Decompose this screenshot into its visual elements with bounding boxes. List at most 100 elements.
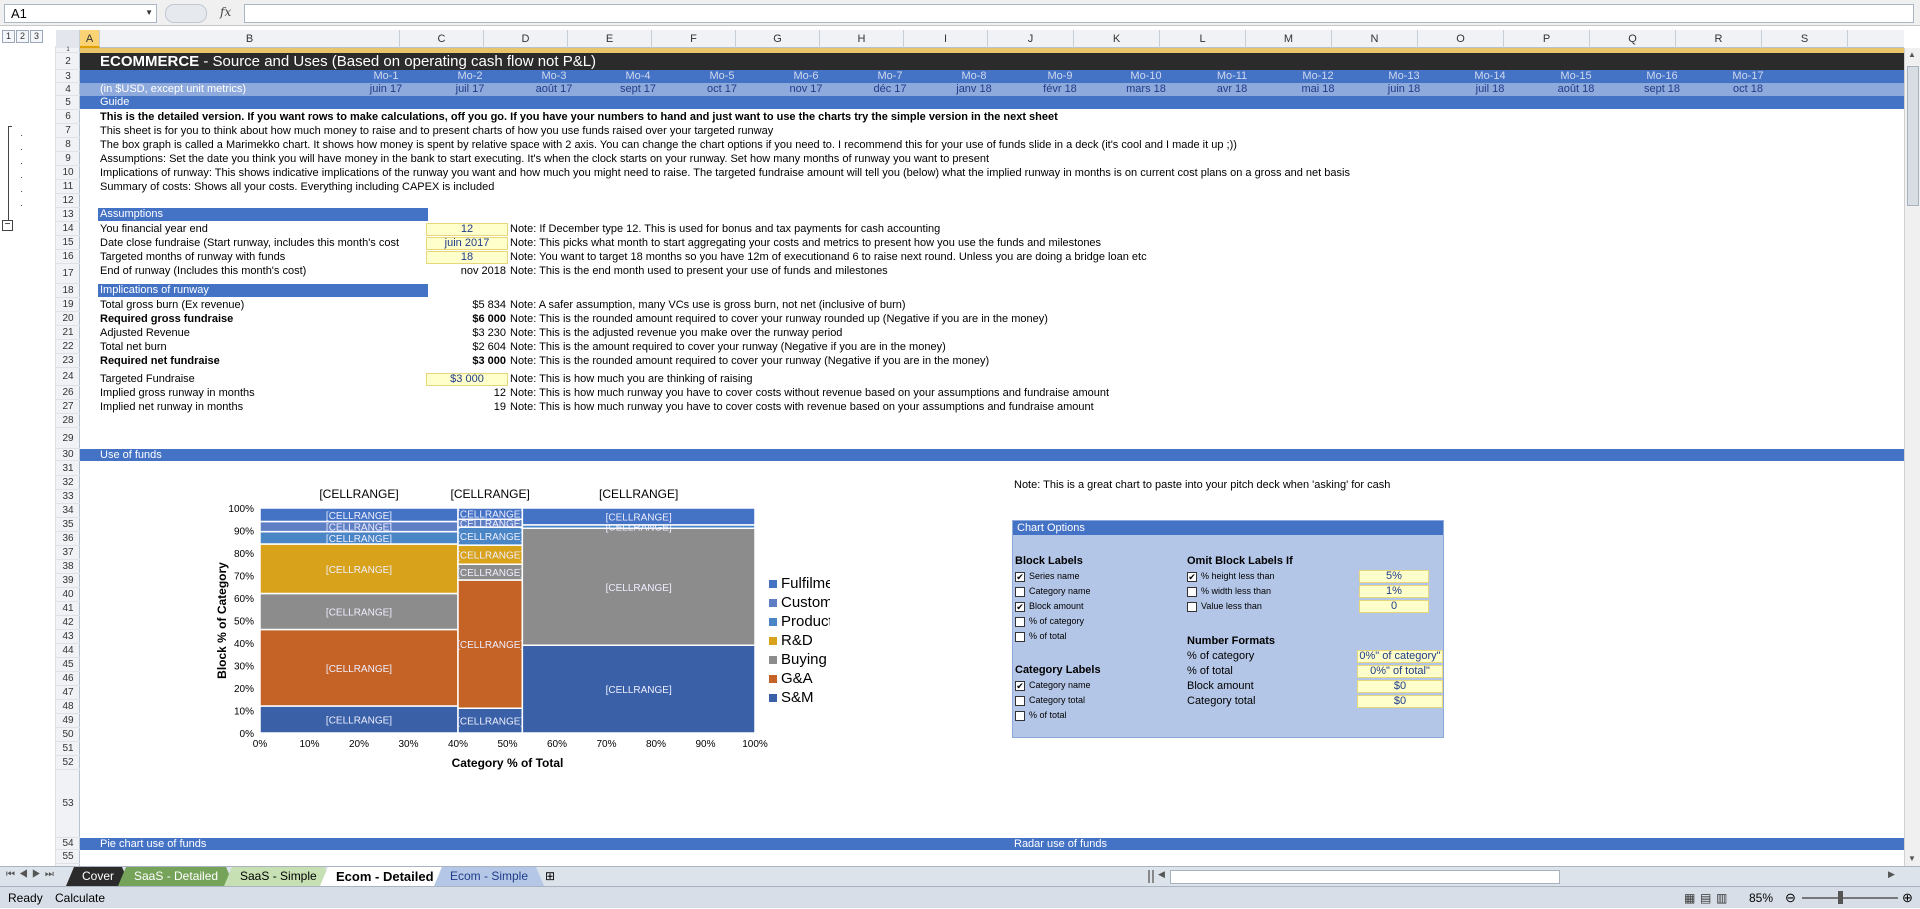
- row-header-49[interactable]: 49: [56, 714, 80, 728]
- column-header-A[interactable]: A: [80, 30, 100, 48]
- insert-function-icon[interactable]: fx: [220, 5, 231, 19]
- checkbox-unchecked[interactable]: [1015, 616, 1025, 627]
- row-header-47[interactable]: 47: [56, 686, 80, 700]
- chart-option-value[interactable]: 5%: [1359, 570, 1429, 583]
- row-header-52[interactable]: 52: [56, 756, 80, 770]
- row-header-4[interactable]: 4: [56, 83, 80, 96]
- number-format-value[interactable]: 0%" of total": [1357, 665, 1443, 678]
- vertical-scroll-thumb[interactable]: [1907, 66, 1919, 206]
- chevron-down-icon[interactable]: ▼: [145, 8, 153, 17]
- assumptions-value[interactable]: 12: [426, 223, 508, 236]
- row-header-18[interactable]: 18: [56, 284, 80, 298]
- column-header-Q[interactable]: Q: [1590, 30, 1676, 48]
- row-header-9[interactable]: 9: [56, 152, 80, 166]
- checkbox-checked[interactable]: ✔: [1015, 571, 1025, 582]
- row-header-23[interactable]: 23: [56, 354, 80, 368]
- checkbox-unchecked[interactable]: [1187, 586, 1197, 597]
- tab-splitter[interactable]: [1148, 870, 1154, 883]
- checkbox-unchecked[interactable]: [1015, 586, 1025, 597]
- column-header-H[interactable]: H: [820, 30, 904, 48]
- row-header-21[interactable]: 21: [56, 326, 80, 340]
- checkbox-checked[interactable]: ✔: [1187, 571, 1197, 582]
- column-header-B[interactable]: B: [100, 30, 400, 48]
- column-header-M[interactable]: M: [1246, 30, 1332, 48]
- row-header-13[interactable]: 13: [56, 208, 80, 222]
- checkbox-checked[interactable]: ✔: [1015, 601, 1025, 612]
- row-header-34[interactable]: 34: [56, 504, 80, 518]
- chart-option-value[interactable]: 1%: [1359, 585, 1429, 598]
- outline-level-1-button[interactable]: 1: [2, 30, 15, 43]
- column-header-E[interactable]: E: [568, 30, 652, 48]
- column-header-N[interactable]: N: [1332, 30, 1418, 48]
- column-header-S[interactable]: S: [1762, 30, 1848, 48]
- number-format-value[interactable]: 0%" of category": [1357, 650, 1443, 663]
- scroll-left-icon[interactable]: ◀: [1158, 869, 1165, 880]
- row-header-39[interactable]: 39: [56, 574, 80, 588]
- row-header-12[interactable]: 12: [56, 194, 80, 208]
- vertical-scrollbar[interactable]: ▲ ▼: [1904, 48, 1920, 868]
- checkbox-unchecked[interactable]: [1015, 631, 1025, 642]
- number-format-value[interactable]: $0: [1357, 695, 1443, 708]
- horizontal-scroll-thumb[interactable]: [1170, 870, 1560, 884]
- row-header-3[interactable]: 3: [56, 70, 80, 83]
- zoom-level[interactable]: 85%: [1749, 887, 1773, 909]
- row-header-40[interactable]: 40: [56, 588, 80, 602]
- row-header-7[interactable]: 7: [56, 124, 80, 138]
- tab-scroll-arrows-icon[interactable]: ⏮◀▶⏭: [6, 869, 58, 880]
- column-header-J[interactable]: J: [988, 30, 1074, 48]
- sheet-tab[interactable]: SaaS - Detailed: [118, 867, 234, 886]
- row-header-15[interactable]: 15: [56, 236, 80, 250]
- column-header-K[interactable]: K: [1074, 30, 1160, 48]
- row-header-53[interactable]: 53: [56, 770, 80, 838]
- row-header-6[interactable]: 6: [56, 110, 80, 124]
- checkbox-unchecked[interactable]: [1187, 601, 1197, 612]
- page-break-icon[interactable]: ▥: [1716, 887, 1727, 909]
- row-header-36[interactable]: 36: [56, 532, 80, 546]
- assumptions-value[interactable]: 18: [426, 251, 508, 264]
- row-header-10[interactable]: 10: [56, 166, 80, 180]
- row-header-43[interactable]: 43: [56, 630, 80, 644]
- group-bracket[interactable]: [8, 126, 12, 226]
- row-header-35[interactable]: 35: [56, 518, 80, 532]
- sheet-tab[interactable]: SaaS - Simple: [224, 867, 333, 886]
- row-header-17[interactable]: 17: [56, 264, 80, 284]
- scroll-up-icon[interactable]: ▲: [1908, 50, 1916, 59]
- row-header-27[interactable]: 27: [56, 400, 80, 414]
- row-header-19[interactable]: 19: [56, 298, 80, 312]
- row-header-24[interactable]: 24: [56, 368, 80, 386]
- row-header-20[interactable]: 20: [56, 312, 80, 326]
- row-header-2[interactable]: 2: [56, 53, 80, 70]
- checkbox-unchecked[interactable]: [1015, 710, 1025, 721]
- formula-cancel-enter[interactable]: [165, 4, 207, 23]
- row-header-32[interactable]: 32: [56, 476, 80, 490]
- number-format-value[interactable]: $0: [1357, 680, 1443, 693]
- row-header-14[interactable]: 14: [56, 222, 80, 236]
- formula-input[interactable]: [244, 4, 1914, 23]
- outline-level-2-button[interactable]: 2: [16, 30, 29, 43]
- page-layout-icon[interactable]: ▤: [1700, 887, 1711, 909]
- column-header-L[interactable]: L: [1160, 30, 1246, 48]
- checkbox-unchecked[interactable]: [1015, 695, 1025, 706]
- row-header-26[interactable]: 26: [56, 386, 80, 400]
- column-header-F[interactable]: F: [652, 30, 736, 48]
- sheet-tab[interactable]: Ecom - Detailed: [320, 867, 450, 886]
- row-header-45[interactable]: 45: [56, 658, 80, 672]
- row-header-28[interactable]: 28: [56, 414, 80, 428]
- row-header-48[interactable]: 48: [56, 700, 80, 714]
- row-header-5[interactable]: 5: [56, 96, 80, 110]
- zoom-slider[interactable]: [1802, 897, 1898, 899]
- column-header-G[interactable]: G: [736, 30, 820, 48]
- outline-level-3-button[interactable]: 3: [30, 30, 43, 43]
- row-header-55[interactable]: 55: [56, 850, 80, 864]
- column-header-D[interactable]: D: [484, 30, 568, 48]
- row-header-33[interactable]: 33: [56, 490, 80, 504]
- row-header-16[interactable]: 16: [56, 250, 80, 264]
- column-header-C[interactable]: C: [400, 30, 484, 48]
- zoom-in-icon[interactable]: ⊕: [1902, 887, 1913, 909]
- column-header-I[interactable]: I: [904, 30, 988, 48]
- row-header-29[interactable]: 29: [56, 428, 80, 449]
- chart-option-value[interactable]: 0: [1359, 600, 1429, 613]
- zoom-slider-thumb[interactable]: [1838, 891, 1843, 904]
- zoom-out-icon[interactable]: ⊖: [1785, 887, 1796, 909]
- normal-view-icon[interactable]: ▦: [1684, 887, 1695, 909]
